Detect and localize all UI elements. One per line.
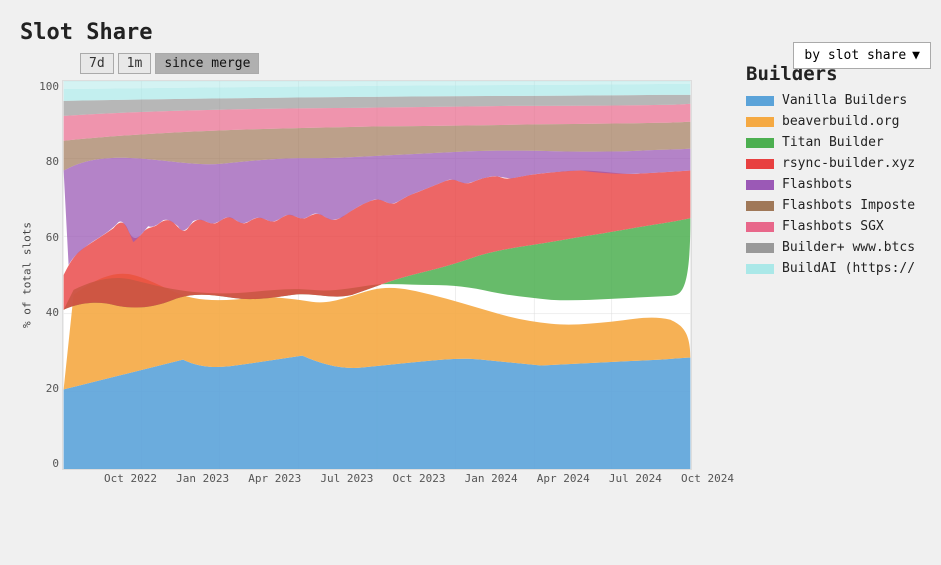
legend-swatch-titan (746, 138, 774, 148)
x-label-jul2024: Jul 2024 (609, 472, 662, 485)
legend-item-titan: Titan Builder (746, 135, 921, 150)
y-tick-100: 100 (39, 80, 59, 93)
legend-item-builderplus: Builder+ www.btcs (746, 240, 921, 255)
legend-item-flashbots: Flashbots (746, 177, 921, 192)
y-tick-0: 0 (52, 457, 59, 470)
y-tick-80: 80 (46, 155, 59, 168)
x-label-apr2024: Apr 2024 (537, 472, 590, 485)
legend-item-rsync: rsync-builder.xyz (746, 156, 921, 171)
time-1m-button[interactable]: 1m (118, 53, 152, 74)
legend-item-beaver: beaverbuild.org (746, 114, 921, 129)
x-label-oct2023: Oct 2023 (393, 472, 446, 485)
y-tick-40: 40 (46, 306, 59, 319)
time-controls: 7d 1m since merge (80, 53, 746, 74)
legend-label-flashbots: Flashbots (782, 177, 852, 192)
legend-label-beaver: beaverbuild.org (782, 114, 899, 129)
y-tick-20: 20 (46, 382, 59, 395)
legend-item-buildai: BuildAI (https:// (746, 261, 921, 276)
x-label-jan2023: Jan 2023 (176, 472, 229, 485)
legend-swatch-builderplus (746, 243, 774, 253)
legend-label-vanilla: Vanilla Builders (782, 93, 907, 108)
legend-swatch-flashbots-sgx (746, 222, 774, 232)
x-label-jan2024: Jan 2024 (465, 472, 518, 485)
legend-swatch-beaver (746, 117, 774, 127)
legend-label-titan: Titan Builder (782, 135, 884, 150)
page-title: Slot Share (20, 20, 921, 45)
legend: by slot share ▼ Builders Vanilla Builder… (746, 53, 921, 282)
legend-swatch-flashbots-imposte (746, 201, 774, 211)
y-axis-label: % of total slots (21, 222, 34, 328)
legend-label-buildai: BuildAI (https:// (782, 261, 915, 276)
time-since-merge-button[interactable]: since merge (155, 53, 259, 74)
legend-item-vanilla: Vanilla Builders (746, 93, 921, 108)
x-label-apr2023: Apr 2023 (248, 472, 301, 485)
y-tick-60: 60 (46, 231, 59, 244)
legend-swatch-flashbots (746, 180, 774, 190)
legend-swatch-rsync (746, 159, 774, 169)
time-7d-button[interactable]: 7d (80, 53, 114, 74)
sort-dropdown[interactable]: by slot share ▼ (793, 42, 931, 69)
x-label-oct2022: Oct 2022 (104, 472, 157, 485)
main-chart (62, 80, 692, 470)
legend-swatch-buildai (746, 264, 774, 274)
legend-item-flashbots-sgx: Flashbots SGX (746, 219, 921, 234)
x-axis-labels: Oct 2022 Jan 2023 Apr 2023 Jul 2023 Oct … (104, 472, 734, 485)
legend-label-flashbots-imposte: Flashbots Imposte (782, 198, 915, 213)
dropdown-arrow-icon: ▼ (912, 48, 920, 63)
sort-dropdown-label: by slot share (804, 48, 906, 63)
legend-label-flashbots-sgx: Flashbots SGX (782, 219, 884, 234)
legend-swatch-vanilla (746, 96, 774, 106)
legend-label-rsync: rsync-builder.xyz (782, 156, 915, 171)
x-label-oct2024: Oct 2024 (681, 472, 734, 485)
legend-label-builderplus: Builder+ www.btcs (782, 240, 915, 255)
x-label-jul2023: Jul 2023 (320, 472, 373, 485)
legend-item-flashbots-imposte: Flashbots Imposte (746, 198, 921, 213)
